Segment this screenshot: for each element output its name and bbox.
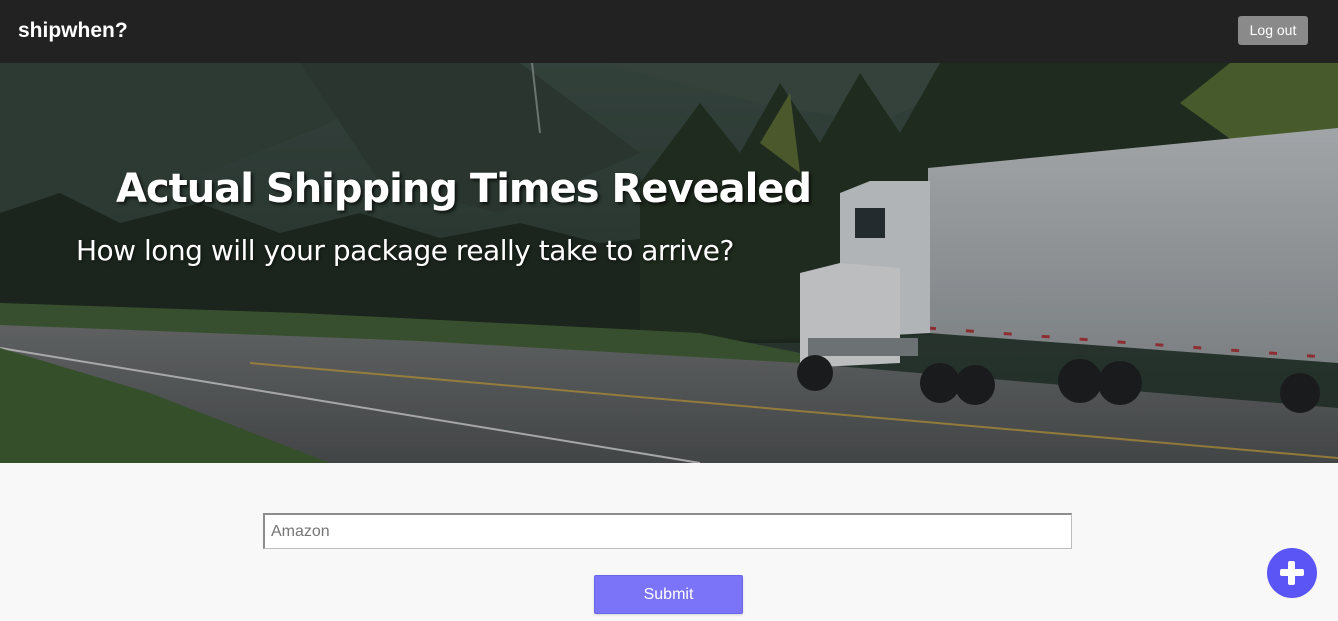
brand-logo[interactable]: shipwhen? — [18, 18, 128, 44]
add-floating-button[interactable] — [1267, 548, 1317, 598]
submit-button[interactable]: Submit — [594, 575, 743, 614]
hero-subtitle: How long will your package really take t… — [76, 234, 734, 267]
logout-button[interactable]: Log out — [1238, 16, 1308, 45]
plus-icon-vertical — [1288, 561, 1295, 585]
top-navbar: shipwhen? Log out — [0, 0, 1338, 63]
carrier-search-input[interactable] — [263, 513, 1072, 549]
hero-title: Actual Shipping Times Revealed — [116, 166, 812, 212]
hero-banner: Actual Shipping Times Revealed How long … — [0, 63, 1338, 463]
